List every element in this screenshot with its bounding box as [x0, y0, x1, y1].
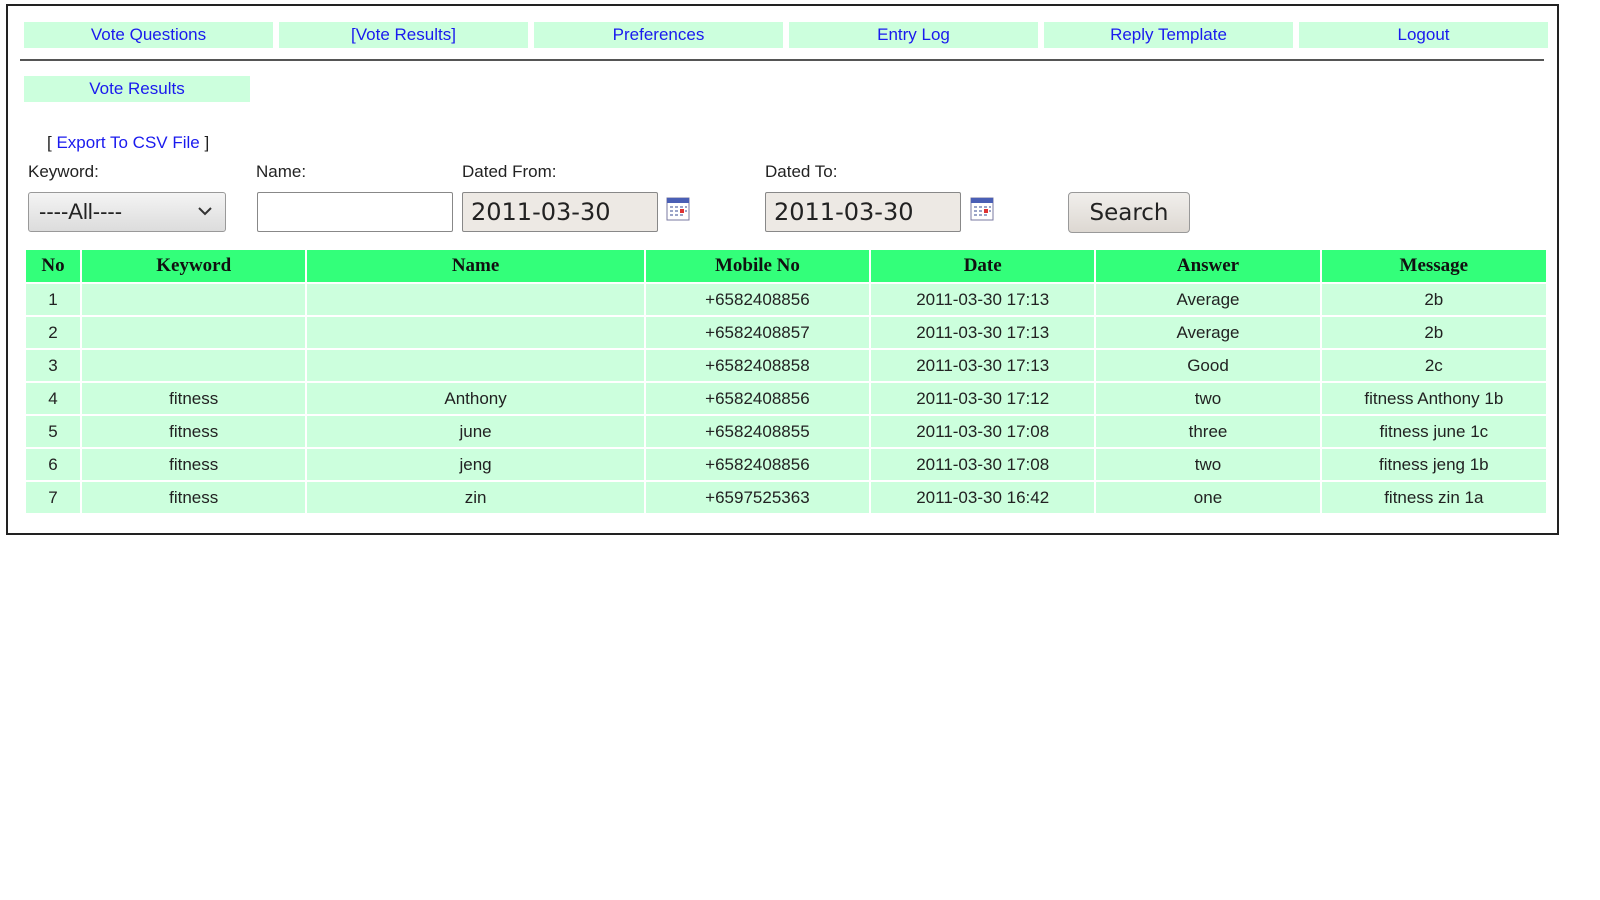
- cell-name: [307, 350, 644, 381]
- cell-answer: Good: [1096, 350, 1320, 381]
- table-row: 4 fitness Anthony +6582408856 2011-03-30…: [26, 383, 1546, 414]
- subnav-vote-results[interactable]: Vote Results: [24, 76, 250, 102]
- cell-mobile: +6597525363: [645, 482, 870, 513]
- cell-date: 2011-03-30 17:08: [871, 416, 1095, 447]
- cell-keyword: fitness: [82, 416, 306, 447]
- calendar-icon[interactable]: [970, 197, 994, 221]
- cell-keyword: [82, 284, 306, 315]
- cell-date: 2011-03-30 17:13: [871, 350, 1095, 381]
- cell-answer: three: [1096, 416, 1320, 447]
- col-header-date[interactable]: Date: [871, 250, 1095, 282]
- cell-mobile: +6582408856: [645, 284, 870, 315]
- cell-no: 3: [26, 350, 81, 381]
- cell-name: jeng: [307, 449, 644, 480]
- cell-message: 2b: [1321, 317, 1546, 348]
- cell-mobile: +6582408856: [645, 449, 870, 480]
- dated-to-input[interactable]: [765, 192, 961, 232]
- col-header-no[interactable]: No: [26, 250, 81, 282]
- cell-no: 7: [26, 482, 81, 513]
- cell-keyword: fitness: [82, 482, 306, 513]
- cell-keyword: [82, 317, 306, 348]
- calendar-icon[interactable]: [666, 197, 690, 221]
- cell-date: 2011-03-30 17:12: [871, 383, 1095, 414]
- nav-vote-results[interactable]: [Vote Results]: [279, 22, 528, 48]
- cell-mobile: +6582408857: [645, 317, 870, 348]
- cell-date: 2011-03-30 17:08: [871, 449, 1095, 480]
- cell-answer: Average: [1096, 317, 1320, 348]
- cell-name: Anthony: [307, 383, 644, 414]
- cell-name: zin: [307, 482, 644, 513]
- col-header-mobile[interactable]: Mobile No: [645, 250, 870, 282]
- cell-name: june: [307, 416, 644, 447]
- dated-from-input[interactable]: [462, 192, 658, 232]
- dated-from-label: Dated From:: [462, 162, 557, 181]
- cell-name: [307, 317, 644, 348]
- table-header-row: No Keyword Name Mobile No Date Answer Me…: [26, 250, 1546, 282]
- keyword-select-value: ----All----: [39, 199, 123, 224]
- table-row: 3 +6582408858 2011-03-30 17:13 Good 2c: [26, 350, 1546, 381]
- keyword-select[interactable]: ----All----: [28, 192, 226, 232]
- table-row: 1 +6582408856 2011-03-30 17:13 Average 2…: [26, 284, 1546, 315]
- cell-message: fitness june 1c: [1321, 416, 1546, 447]
- top-nav: Vote Questions [Vote Results] Preference…: [24, 22, 1548, 48]
- export-csv: [ Export To CSV File ]: [47, 133, 209, 153]
- search-button[interactable]: Search: [1068, 192, 1190, 233]
- table-row: 7 fitness zin +6597525363 2011-03-30 16:…: [26, 482, 1546, 513]
- cell-no: 5: [26, 416, 81, 447]
- cell-answer: Average: [1096, 284, 1320, 315]
- cell-message: fitness jeng 1b: [1321, 449, 1546, 480]
- cell-keyword: fitness: [82, 383, 306, 414]
- nav-vote-questions[interactable]: Vote Questions: [24, 22, 273, 48]
- cell-no: 6: [26, 449, 81, 480]
- cell-date: 2011-03-30 16:42: [871, 482, 1095, 513]
- nav-entry-log[interactable]: Entry Log: [789, 22, 1038, 48]
- cell-mobile: +6582408855: [645, 416, 870, 447]
- cell-no: 2: [26, 317, 81, 348]
- cell-no: 1: [26, 284, 81, 315]
- col-header-answer[interactable]: Answer: [1096, 250, 1320, 282]
- table-row: 2 +6582408857 2011-03-30 17:13 Average 2…: [26, 317, 1546, 348]
- cell-message: fitness Anthony 1b: [1321, 383, 1546, 414]
- cell-answer: two: [1096, 449, 1320, 480]
- table-row: 6 fitness jeng +6582408856 2011-03-30 17…: [26, 449, 1546, 480]
- cell-date: 2011-03-30 17:13: [871, 317, 1095, 348]
- table-row: 5 fitness june +6582408855 2011-03-30 17…: [26, 416, 1546, 447]
- divider: [20, 59, 1544, 61]
- nav-reply-template[interactable]: Reply Template: [1044, 22, 1293, 48]
- cell-keyword: [82, 350, 306, 381]
- col-header-message[interactable]: Message: [1321, 250, 1546, 282]
- dated-to-label: Dated To:: [765, 162, 838, 181]
- nav-logout[interactable]: Logout: [1299, 22, 1548, 48]
- cell-name: [307, 284, 644, 315]
- cell-no: 4: [26, 383, 81, 414]
- cell-answer: one: [1096, 482, 1320, 513]
- chevron-down-icon: [197, 193, 213, 244]
- cell-mobile: +6582408858: [645, 350, 870, 381]
- name-input[interactable]: [257, 192, 453, 232]
- cell-date: 2011-03-30 17:13: [871, 284, 1095, 315]
- export-csv-link[interactable]: Export To CSV File: [56, 133, 199, 152]
- results-table: No Keyword Name Mobile No Date Answer Me…: [24, 248, 1548, 515]
- cell-mobile: +6582408856: [645, 383, 870, 414]
- cell-keyword: fitness: [82, 449, 306, 480]
- col-header-keyword[interactable]: Keyword: [82, 250, 306, 282]
- nav-preferences[interactable]: Preferences: [534, 22, 783, 48]
- col-header-name[interactable]: Name: [307, 250, 644, 282]
- cell-answer: two: [1096, 383, 1320, 414]
- export-bracket-close: ]: [199, 133, 210, 152]
- keyword-label: Keyword:: [28, 162, 99, 181]
- name-label: Name:: [256, 162, 307, 181]
- cell-message: fitness zin 1a: [1321, 482, 1546, 513]
- cell-message: 2c: [1321, 350, 1546, 381]
- cell-message: 2b: [1321, 284, 1546, 315]
